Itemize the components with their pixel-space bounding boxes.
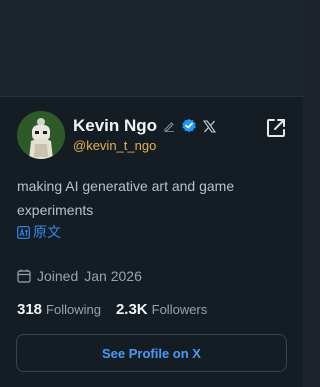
translate-link[interactable]: 原文 bbox=[17, 222, 61, 242]
translate-label: 原文 bbox=[33, 224, 61, 240]
profile-bio: making AI generative art and game experi… bbox=[17, 178, 235, 218]
translate-icon bbox=[17, 225, 30, 239]
calendar-icon bbox=[17, 269, 31, 283]
verified-badge-icon bbox=[181, 118, 197, 134]
joined-date-row: Joined Jan 2026 bbox=[17, 268, 142, 284]
joined-label: Joined bbox=[37, 268, 79, 284]
name-row: Kevin Ngo bbox=[73, 116, 217, 136]
profile-hover-card: Kevin Ngo @kevin_t_ngo making AI generat… bbox=[0, 96, 303, 387]
followers-label: Followers bbox=[151, 302, 208, 317]
pencil-icon[interactable] bbox=[163, 120, 175, 132]
see-profile-button[interactable]: See Profile on X bbox=[16, 334, 287, 372]
following-stat[interactable]: 318 Following bbox=[17, 301, 101, 318]
open-external-icon[interactable] bbox=[265, 117, 287, 139]
display-name[interactable]: Kevin Ngo bbox=[73, 116, 157, 136]
avatar[interactable] bbox=[17, 111, 65, 159]
following-label: Following bbox=[46, 302, 101, 317]
followers-stat[interactable]: 2.3K Followers bbox=[116, 301, 207, 318]
followers-count: 2.3K bbox=[115, 301, 148, 318]
x-logo-icon bbox=[203, 119, 217, 133]
joined-date: Jan 2026 bbox=[84, 268, 142, 284]
follow-stats: 318 Following 2.3K Followers bbox=[17, 301, 207, 318]
following-count: 318 bbox=[17, 301, 43, 318]
user-handle[interactable]: @kevin_t_ngo bbox=[73, 138, 156, 153]
